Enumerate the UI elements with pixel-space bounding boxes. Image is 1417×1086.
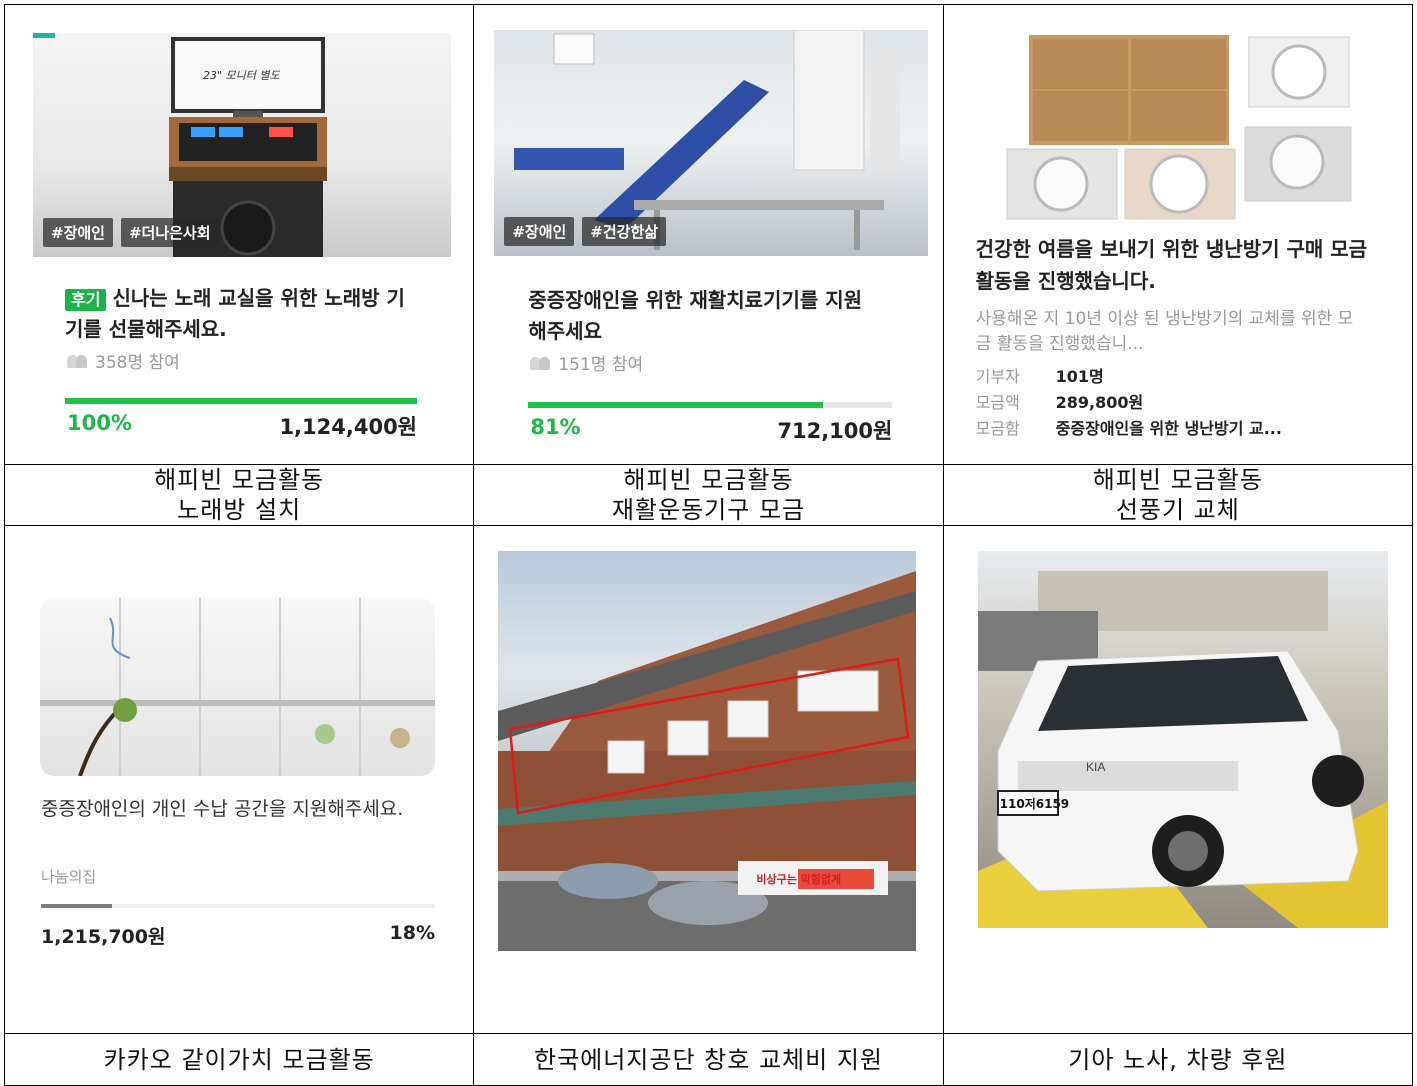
progress-percent: 18%: [389, 922, 435, 944]
caption-cell: 한국에너지공단 창호 교체비 지원: [473, 1033, 944, 1086]
raised-amount: 1,215,700원: [41, 926, 166, 948]
participants-text: 358명 참여: [95, 353, 180, 373]
card-description: 사용해온 지 10년 이상 된 냉난방기의 교체를 위한 모금 활동을 진행했습…: [975, 309, 1354, 354]
storage-card[interactable]: 중증장애인의 개인 수납 공간을 지원해주세요. 나눔의집 1,215,700원…: [6, 527, 473, 1033]
caption-line: 해피빈 모금활동: [623, 466, 794, 494]
progress-bar: [41, 904, 435, 908]
donors-value: 101명: [1055, 367, 1104, 386]
caption: 해피빈 모금활동 노래방 설치: [6, 466, 473, 525]
building-icon: [498, 571, 917, 951]
card-title[interactable]: 건강한 여름을 보내기 위한 냉난방기 구매 모금 활동을 진행했습니다.: [976, 233, 1371, 297]
caption-cell: 해피빈 모금활동 재활운동기구 모금: [473, 464, 944, 526]
progress-percent: 100%: [67, 411, 132, 435]
car-card: KIA 110저6159: [944, 527, 1411, 1033]
participants-text: 151명 참여: [558, 355, 644, 375]
rehab-card[interactable]: #장애인 #건강한삶 중증장애인을 위한 재활치료기기를 지원해주세요 151명…: [475, 6, 942, 464]
rehab-bed-photo: #장애인 #건강한삶: [494, 30, 929, 256]
raised-label: 모금액: [975, 393, 1020, 412]
raised-amount: 1,124,400원: [279, 415, 417, 439]
caption-cell: 기아 노사, 차량 후원: [942, 1033, 1414, 1086]
card-title[interactable]: 중증장애인을 위한 재활치료기기를 지원해주세요: [528, 285, 878, 347]
tag-list: #장애인 #건강한삶: [504, 217, 667, 246]
progress-percent: 81%: [530, 415, 581, 439]
participants: 151명 참여: [530, 350, 643, 375]
storage-photo: [40, 598, 435, 776]
caption: 기아 노사, 차량 후원: [944, 1035, 1411, 1085]
photo-grid: 23" 모니터 별도 #장애인 #더나은사회 후기 신나는 노래 교실을 위한 노…: [3, 4, 1414, 1086]
participants: 358명 참여: [67, 348, 180, 373]
card-title-text: 신나는 노래 교실을 위한 노래방 기기를 선물해주세요.: [65, 286, 405, 341]
karaoke-photo: 23" 모니터 별도 #장애인 #더나은사회: [33, 33, 451, 257]
caption-line: 한국에너지공단 창호 교체비 지원: [533, 1045, 883, 1074]
monitor-label: 23" 모니터 별도: [203, 69, 280, 82]
donors-row: 기부자 101명: [976, 364, 1104, 390]
caption-line: 카카오 같이가치 모금활동: [103, 1045, 375, 1074]
tag[interactable]: #장애인: [43, 218, 113, 247]
organization[interactable]: 나눔의집: [41, 866, 96, 887]
building-photo: 비상구는 막힘없게: [498, 551, 917, 951]
cell-car: KIA 110저6159: [942, 525, 1414, 1034]
progress-fill: [528, 402, 824, 408]
raised-amount: 712,100원: [777, 419, 893, 443]
tag[interactable]: #더나은사회: [120, 218, 219, 247]
caption-line: 재활운동기구 모금: [611, 496, 806, 524]
box-label: 모금함: [975, 419, 1020, 438]
caption-cell: 해피빈 모금활동 선풍기 교체: [942, 464, 1414, 526]
donors-label: 기부자: [975, 367, 1020, 386]
caption-line: 노래방 설치: [177, 496, 302, 524]
caption-line: 기아 노사, 차량 후원: [1068, 1045, 1288, 1074]
caption: 카카오 같이가치 모금활동: [6, 1035, 473, 1085]
wall-icon: [40, 598, 435, 776]
banner-text: 비상구는 막힘없게: [756, 873, 842, 886]
caption: 해피빈 모금활동 선풍기 교체: [944, 466, 1411, 525]
svg-text:KIA: KIA: [1086, 760, 1105, 774]
people-icon: [67, 354, 89, 368]
car-photo: KIA 110저6159: [977, 551, 1388, 928]
people-icon: [530, 356, 552, 370]
card-title[interactable]: 후기 신나는 노래 교실을 위한 노래방 기기를 선물해주세요.: [65, 283, 415, 345]
caption: 해피빈 모금활동 재활운동기구 모금: [475, 466, 942, 525]
progress-bar: [528, 402, 893, 408]
progress-bar: [65, 398, 417, 404]
review-badge: 후기: [65, 289, 107, 311]
license-plate: 110저6159: [999, 797, 1070, 811]
fan-icon: [1006, 35, 1352, 220]
card-title[interactable]: 중증장애인의 개인 수납 공간을 지원해주세요.: [41, 794, 436, 825]
windows-card: 비상구는 막힘없게: [475, 527, 942, 1033]
caption-cell: 해피빈 모금활동 노래방 설치: [3, 464, 475, 526]
progress-fill: [65, 398, 417, 404]
tag-list: #장애인 #더나은사회: [43, 218, 219, 247]
box-row: 모금함 중증장애인을 위한 냉난방기 교...: [976, 416, 1282, 442]
caption-line: 선풍기 교체: [1115, 496, 1240, 524]
caption: 한국에너지공단 창호 교체비 지원: [475, 1035, 942, 1085]
cell-storage: 중증장애인의 개인 수납 공간을 지원해주세요. 나눔의집 1,215,700원…: [3, 525, 475, 1034]
cell-fans: 건강한 여름을 보내기 위한 냉난방기 구매 모금 활동을 진행했습니다. 사용…: [942, 4, 1414, 465]
tag[interactable]: #장애인: [504, 217, 575, 246]
caption-line: 해피빈 모금활동: [154, 466, 325, 494]
fans-photo: [998, 27, 1359, 223]
cell-rehab: #장애인 #건강한삶 중증장애인을 위한 재활치료기기를 지원해주세요 151명…: [473, 4, 944, 465]
caption-cell: 카카오 같이가치 모금활동: [3, 1033, 475, 1086]
progress-fill: [41, 904, 112, 908]
car-icon: KIA: [977, 571, 1388, 928]
fans-card[interactable]: 건강한 여름을 보내기 위한 냉난방기 구매 모금 활동을 진행했습니다. 사용…: [944, 6, 1411, 464]
tag[interactable]: #건강한삶: [582, 217, 667, 246]
cell-windows: 비상구는 막힘없게: [473, 525, 944, 1034]
caption-line: 해피빈 모금활동: [1092, 466, 1263, 494]
raised-row: 모금액 289,800원: [976, 390, 1144, 416]
karaoke-card[interactable]: 23" 모니터 별도 #장애인 #더나은사회 후기 신나는 노래 교실을 위한 노…: [6, 6, 473, 464]
box-value[interactable]: 중증장애인을 위한 냉난방기 교...: [1056, 419, 1282, 438]
raised-value: 289,800원: [1055, 393, 1144, 412]
cell-karaoke: 23" 모니터 별도 #장애인 #더나은사회 후기 신나는 노래 교실을 위한 노…: [3, 4, 475, 465]
